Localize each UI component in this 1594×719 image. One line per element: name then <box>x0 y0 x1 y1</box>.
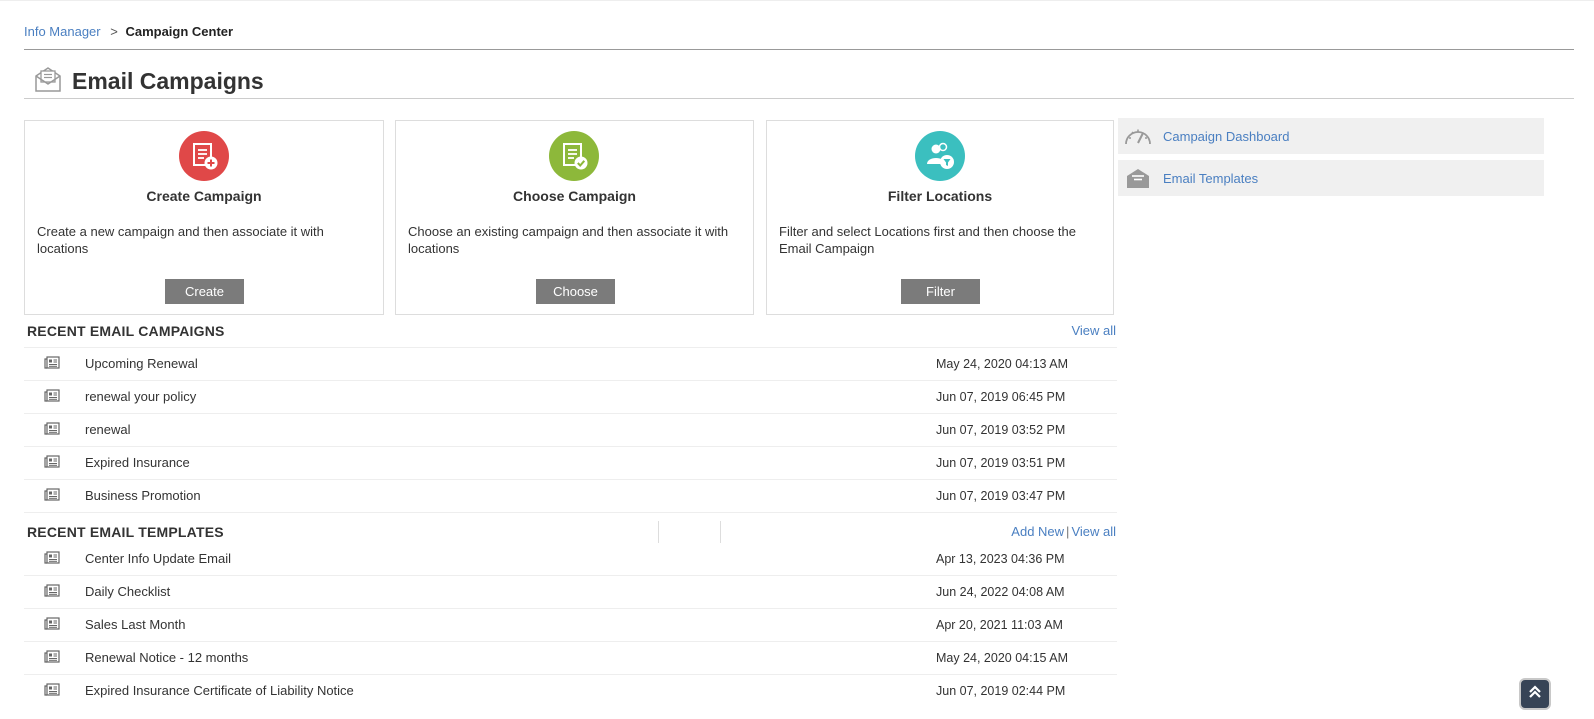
filter-button[interactable]: Filter <box>901 279 980 304</box>
sidebar-item-campaign-dashboard[interactable]: Campaign Dashboard <box>1118 118 1544 154</box>
template-row[interactable]: Daily Checklist Jun 24, 2022 04:08 AM <box>24 575 1117 608</box>
newsletter-icon <box>44 683 60 697</box>
recent-templates-list: Center Info Update Email Apr 13, 2023 04… <box>24 543 1117 707</box>
sidebar-item-email-templates[interactable]: Email Templates <box>1118 160 1544 196</box>
column-divider <box>720 521 721 543</box>
page-header: Email Campaigns <box>34 65 264 98</box>
recent-templates-links: Add New | View all <box>1011 524 1116 539</box>
page-title: Email Campaigns <box>72 68 264 94</box>
recent-campaigns-links: View all <box>1071 323 1116 338</box>
template-date: May 24, 2020 04:15 AM <box>936 651 1069 665</box>
campaign-dashboard-link[interactable]: Campaign Dashboard <box>1163 129 1289 144</box>
newsletter-icon <box>44 488 60 502</box>
campaign-row[interactable]: Expired Insurance Jun 07, 2019 03:51 PM <box>24 446 1117 479</box>
campaign-date: Jun 07, 2019 06:45 PM <box>936 390 1066 404</box>
template-row[interactable]: Center Info Update Email Apr 13, 2023 04… <box>24 543 1117 575</box>
template-name[interactable]: Renewal Notice - 12 months <box>85 650 248 665</box>
templates-add-new-link[interactable]: Add New <box>1011 524 1064 539</box>
template-date: Jun 07, 2019 02:44 PM <box>936 684 1066 698</box>
templates-view-all-link[interactable]: View all <box>1071 524 1116 539</box>
choose-button[interactable]: Choose <box>536 279 615 304</box>
campaign-date: Jun 07, 2019 03:52 PM <box>936 423 1066 437</box>
envelope-icon <box>34 65 62 98</box>
template-date: Apr 13, 2023 04:36 PM <box>936 552 1065 566</box>
newsletter-icon <box>44 455 60 469</box>
template-date: Apr 20, 2021 11:03 AM <box>936 618 1063 632</box>
campaign-row[interactable]: renewal your policy Jun 07, 2019 06:45 P… <box>24 380 1117 413</box>
campaign-row[interactable]: Business Promotion Jun 07, 2019 03:47 PM <box>24 479 1117 513</box>
recent-templates-heading: RECENT EMAIL TEMPLATES <box>27 524 1117 540</box>
create-campaign-card: Create Campaign Create a new campaign an… <box>24 120 384 315</box>
recent-campaigns-title: RECENT EMAIL CAMPAIGNS <box>27 323 225 339</box>
create-campaign-description: Create a new campaign and then associate… <box>37 224 324 256</box>
campaign-row[interactable]: Upcoming Renewal May 24, 2020 04:13 AM <box>24 347 1117 380</box>
template-row[interactable]: Renewal Notice - 12 months May 24, 2020 … <box>24 641 1117 674</box>
breadcrumb-info-manager-link[interactable]: Info Manager <box>24 24 101 39</box>
newsletter-icon <box>44 617 60 631</box>
breadcrumb-separator: > <box>110 24 118 39</box>
double-chevron-up-icon <box>1527 684 1543 705</box>
choose-campaign-icon <box>549 131 599 181</box>
email-templates-icon <box>1123 166 1153 190</box>
newsletter-icon <box>44 650 60 664</box>
link-separator: | <box>1066 524 1070 539</box>
create-button[interactable]: Create <box>165 279 244 304</box>
template-name[interactable]: Expired Insurance Certificate of Liabili… <box>85 683 354 698</box>
template-row[interactable]: Sales Last Month Apr 20, 2021 11:03 AM <box>24 608 1117 641</box>
top-border <box>0 0 1594 1</box>
breadcrumb: Info Manager > Campaign Center <box>24 24 233 39</box>
template-date: Jun 24, 2022 04:08 AM <box>936 585 1065 599</box>
filter-locations-card: Filter Locations Filter and select Locat… <box>766 120 1114 315</box>
breadcrumb-divider <box>24 49 1574 50</box>
choose-campaign-card: Choose Campaign Choose an existing campa… <box>395 120 754 315</box>
breadcrumb-current: Campaign Center <box>125 24 234 39</box>
scroll-to-top-button[interactable] <box>1519 678 1551 710</box>
create-campaign-title: Create Campaign <box>146 188 262 204</box>
campaign-date: Jun 07, 2019 03:47 PM <box>936 489 1066 503</box>
campaign-name[interactable]: renewal <box>85 422 131 437</box>
template-name[interactable]: Sales Last Month <box>85 617 185 632</box>
filter-locations-description: Filter and select Locations first and th… <box>779 224 1077 256</box>
campaign-date: Jun 07, 2019 03:51 PM <box>936 456 1066 470</box>
recent-campaigns-list: Upcoming Renewal May 24, 2020 04:13 AM r… <box>24 347 1117 513</box>
choose-campaign-description: Choose an existing campaign and then ass… <box>408 224 729 256</box>
template-row[interactable]: Expired Insurance Certificate of Liabili… <box>24 674 1117 707</box>
newsletter-icon <box>44 422 60 436</box>
template-name[interactable]: Center Info Update Email <box>85 551 231 566</box>
recent-campaigns-heading: RECENT EMAIL CAMPAIGNS <box>27 323 1117 339</box>
campaign-date: May 24, 2020 04:13 AM <box>936 357 1069 371</box>
newsletter-icon <box>44 356 60 370</box>
choose-campaign-title: Choose Campaign <box>513 188 636 204</box>
newsletter-icon <box>44 389 60 403</box>
campaign-name[interactable]: renewal your policy <box>85 389 196 404</box>
filter-locations-title: Filter Locations <box>887 188 993 204</box>
newsletter-icon <box>44 551 60 565</box>
title-divider <box>24 98 1574 99</box>
campaign-name[interactable]: Business Promotion <box>85 488 201 503</box>
create-campaign-icon <box>179 131 229 181</box>
newsletter-icon <box>44 584 60 598</box>
campaign-name[interactable]: Expired Insurance <box>85 455 190 470</box>
campaign-name[interactable]: Upcoming Renewal <box>85 356 198 371</box>
email-templates-link[interactable]: Email Templates <box>1163 171 1258 186</box>
filter-locations-icon <box>915 131 965 181</box>
template-name[interactable]: Daily Checklist <box>85 584 170 599</box>
campaign-row[interactable]: renewal Jun 07, 2019 03:52 PM <box>24 413 1117 446</box>
column-divider <box>658 521 659 543</box>
recent-templates-title: RECENT EMAIL TEMPLATES <box>27 524 224 540</box>
dashboard-gauge-icon <box>1123 124 1153 148</box>
campaigns-view-all-link[interactable]: View all <box>1071 323 1116 338</box>
